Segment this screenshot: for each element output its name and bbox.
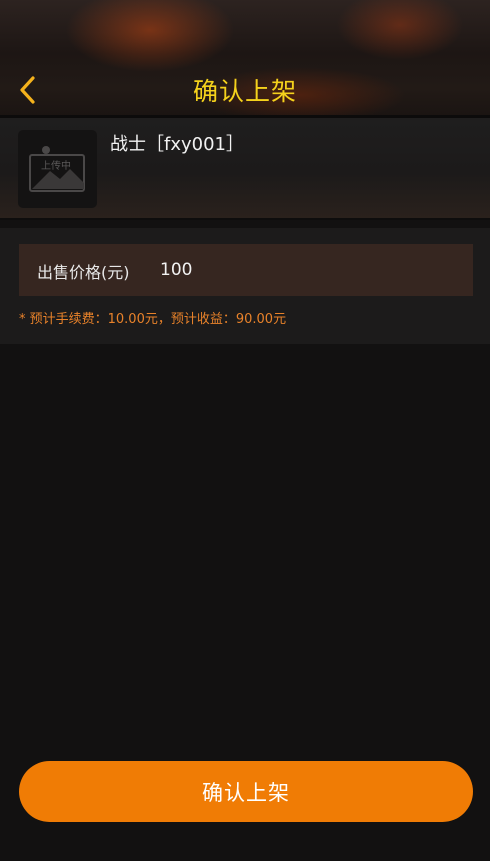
item-name: 战士［fxy001］ [110, 134, 244, 155]
confirm-listing-button[interactable]: 确认上架 [19, 761, 473, 822]
price-input[interactable] [157, 254, 463, 286]
image-placeholder-icon: 上传中 [28, 146, 85, 192]
page: 确认上架 上传中 战士［fxy001］ 出售价格(元) * 预计手续费：10.0… [0, 0, 490, 861]
fee-note: * 预计手续费：10.00元，预计收益：90.00元 [19, 312, 287, 327]
price-section: 出售价格(元) * 预计手续费：10.00元，预计收益：90.00元 [0, 228, 490, 344]
price-label: 出售价格(元) [37, 263, 130, 282]
price-row: 出售价格(元) [19, 244, 473, 296]
item-thumbnail: 上传中 [18, 130, 97, 208]
thumbnail-text: 上传中 [41, 159, 71, 172]
header-banner: 确认上架 [0, 0, 490, 118]
item-card: 上传中 战士［fxy001］ [0, 118, 490, 220]
page-title: 确认上架 [192, 77, 297, 106]
